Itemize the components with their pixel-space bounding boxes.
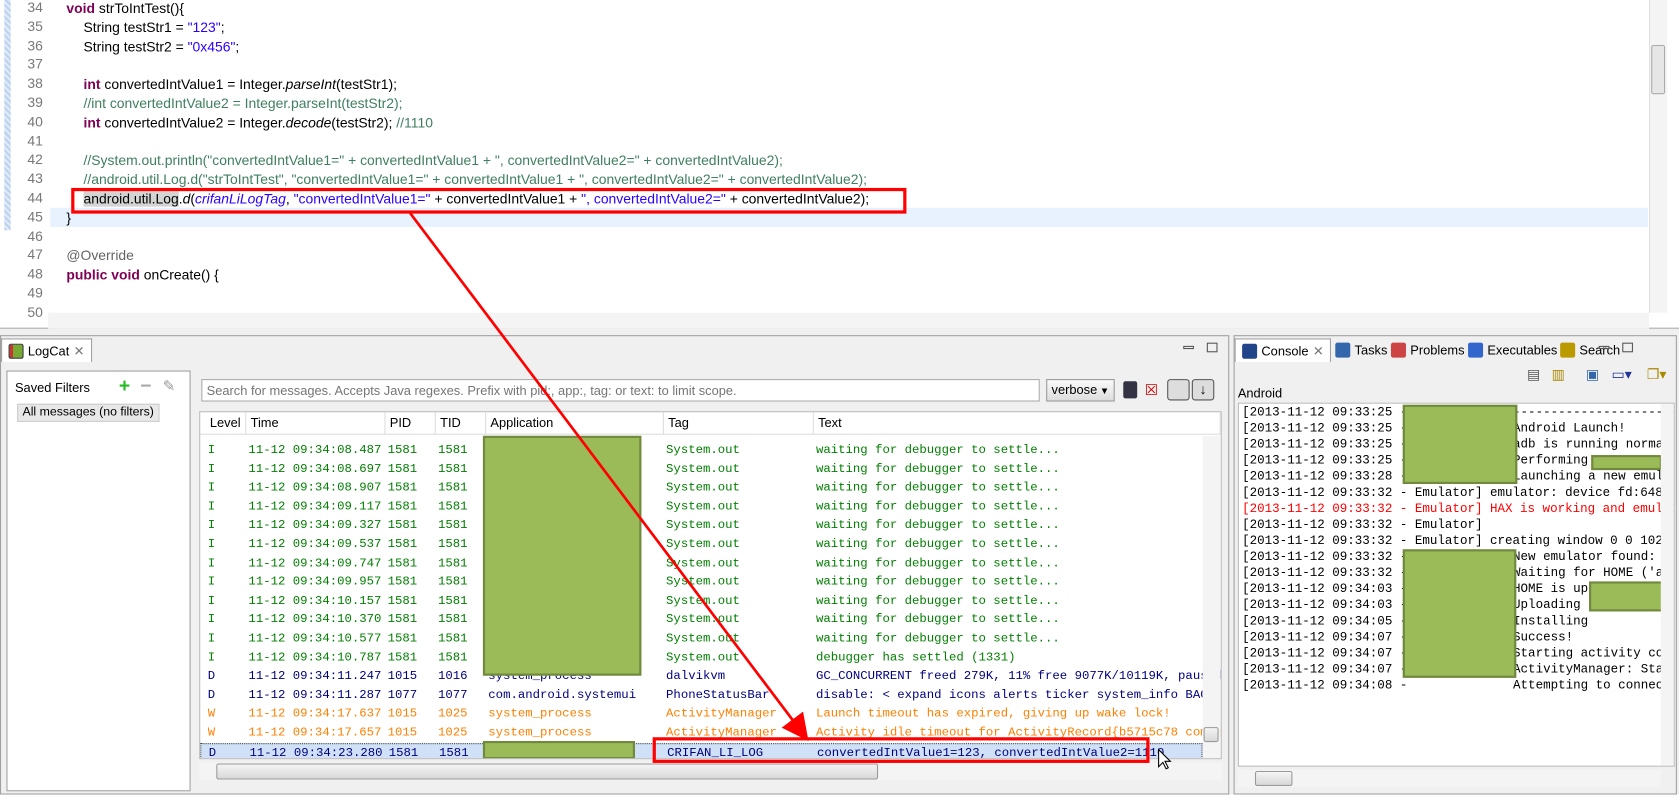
annotation-overlay bbox=[71, 187, 1172, 770]
eclipse-window: 34 void strToIntTest(){35 String testStr1 … bbox=[0, 0, 1679, 795]
mouse-cursor-icon bbox=[1158, 748, 1172, 770]
annotation-box-log bbox=[652, 737, 1150, 763]
annotation-arrow bbox=[409, 212, 809, 741]
annotation-box-code bbox=[71, 187, 907, 214]
